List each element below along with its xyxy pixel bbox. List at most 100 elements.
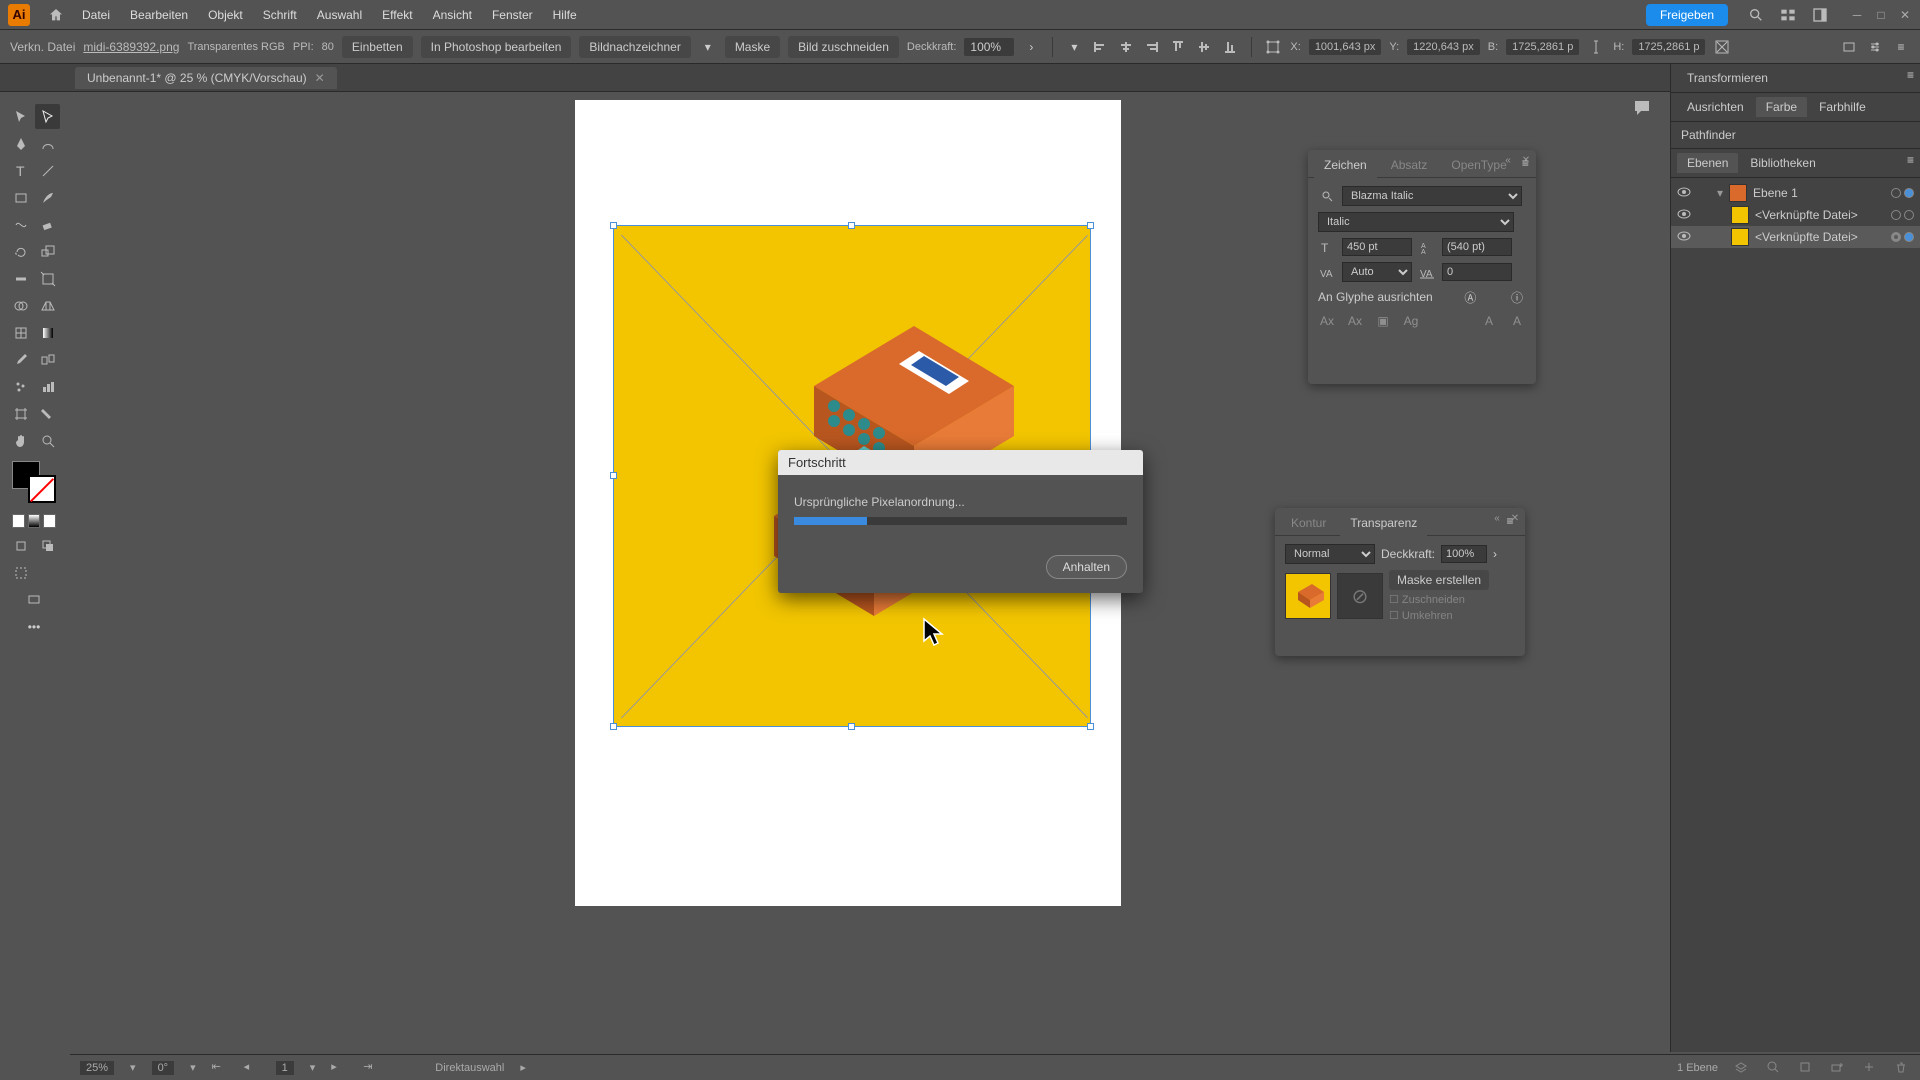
- select-indicator-icon[interactable]: [1904, 232, 1914, 242]
- zoom-arrow-icon[interactable]: ▾: [130, 1061, 136, 1074]
- stop-button[interactable]: Anhalten: [1046, 555, 1127, 579]
- transform-more-icon[interactable]: [1713, 38, 1731, 56]
- drawmode-behind-icon[interactable]: [35, 533, 60, 558]
- target-icon[interactable]: [1891, 232, 1901, 242]
- chevron-down-icon[interactable]: ▾: [699, 38, 717, 56]
- align-left-icon[interactable]: [1091, 38, 1109, 56]
- width-tool-icon[interactable]: [8, 266, 33, 291]
- tab-stroke[interactable]: Kontur: [1281, 512, 1336, 535]
- rectangle-tool-icon[interactable]: [8, 185, 33, 210]
- menu-type[interactable]: Schrift: [253, 4, 307, 26]
- opacity-arrow-icon[interactable]: ›: [1493, 547, 1497, 561]
- pen-tool-icon[interactable]: [8, 131, 33, 156]
- rotate-arrow-icon[interactable]: ▾: [190, 1061, 196, 1074]
- graph-tool-icon[interactable]: [35, 374, 60, 399]
- artboard-field[interactable]: 1: [276, 1061, 294, 1075]
- align-vcenter-icon[interactable]: [1195, 38, 1213, 56]
- align-dropdown-icon[interactable]: ▾: [1065, 38, 1083, 56]
- opacity-field[interactable]: 100%: [964, 38, 1014, 56]
- tab-close-icon[interactable]: ✕: [315, 71, 325, 85]
- menu-select[interactable]: Auswahl: [307, 4, 372, 26]
- transform-icon[interactable]: [1264, 38, 1282, 56]
- shaper-tool-icon[interactable]: [8, 212, 33, 237]
- dialog-titlebar[interactable]: Fortschritt: [778, 450, 1143, 475]
- mask-thumb[interactable]: ⊘: [1337, 573, 1383, 619]
- layer-name[interactable]: <Verknüpfte Datei>: [1755, 208, 1858, 222]
- layer-name[interactable]: <Verknüpfte Datei>: [1755, 230, 1858, 244]
- type-tool-icon[interactable]: T: [8, 158, 33, 183]
- color-gradient-icon[interactable]: [28, 514, 41, 528]
- menu-effect[interactable]: Effekt: [372, 4, 422, 26]
- menu-help[interactable]: Hilfe: [543, 4, 587, 26]
- pathfinder-header[interactable]: Pathfinder: [1671, 122, 1920, 149]
- opacity-field[interactable]: [1441, 545, 1487, 563]
- shape-builder-icon[interactable]: [8, 293, 33, 318]
- tab-align[interactable]: Ausrichten: [1677, 97, 1754, 117]
- artboard-first-icon[interactable]: ⇤: [212, 1060, 228, 1076]
- locate-layer-icon[interactable]: [1766, 1060, 1782, 1076]
- align-top-icon[interactable]: [1169, 38, 1187, 56]
- slice-tool-icon[interactable]: [35, 401, 60, 426]
- layer-name[interactable]: Ebene 1: [1753, 186, 1798, 200]
- home-icon[interactable]: [44, 3, 68, 27]
- font-search-icon[interactable]: [1318, 187, 1336, 205]
- font-style-select[interactable]: Italic: [1318, 212, 1514, 232]
- tool-arrow-icon[interactable]: ▸: [520, 1061, 526, 1074]
- embed-button[interactable]: Einbetten: [342, 36, 413, 58]
- hand-tool-icon[interactable]: [8, 428, 33, 453]
- comments-icon[interactable]: [1632, 98, 1656, 122]
- select-indicator-icon[interactable]: [1904, 188, 1914, 198]
- search-icon[interactable]: [1744, 3, 1768, 27]
- menu-window[interactable]: Fenster: [482, 4, 543, 26]
- delete-layer-icon[interactable]: [1894, 1060, 1910, 1076]
- menu-view[interactable]: Ansicht: [423, 4, 482, 26]
- panel-close-icon[interactable]: ✕: [1509, 512, 1521, 524]
- screenmode-icon[interactable]: [8, 587, 60, 612]
- align-right-icon[interactable]: [1143, 38, 1161, 56]
- blend-tool-icon[interactable]: [35, 347, 60, 372]
- object-thumb[interactable]: [1285, 573, 1331, 619]
- free-transform-icon[interactable]: [35, 266, 60, 291]
- visibility-icon[interactable]: [1677, 185, 1693, 201]
- eraser-tool-icon[interactable]: [35, 212, 60, 237]
- zoom-select[interactable]: 25%: [80, 1061, 114, 1075]
- panel-menu-icon[interactable]: ≡: [1907, 68, 1914, 88]
- leading-field[interactable]: [1442, 238, 1512, 256]
- align-hcenter-icon[interactable]: [1117, 38, 1135, 56]
- target-icon[interactable]: [1891, 210, 1901, 220]
- visibility-icon[interactable]: [1677, 207, 1693, 223]
- expand-icon[interactable]: ▾: [1717, 186, 1723, 200]
- preferences-icon[interactable]: [1866, 38, 1884, 56]
- minimize-icon[interactable]: ─: [1850, 8, 1864, 22]
- visibility-icon[interactable]: [1677, 229, 1693, 245]
- artboard-last-icon[interactable]: ⇥: [363, 1060, 379, 1076]
- gradient-tool-icon[interactable]: [35, 320, 60, 345]
- stroke-color-icon[interactable]: [28, 475, 56, 503]
- color-none-icon[interactable]: [43, 514, 56, 528]
- artboard-arrow-icon[interactable]: ▾: [310, 1061, 316, 1074]
- layer-row[interactable]: <Verknüpfte Datei>: [1671, 204, 1920, 226]
- zoom-tool-icon[interactable]: [35, 428, 60, 453]
- crop-button[interactable]: Bild zuschneiden: [788, 36, 899, 58]
- artboard-next-icon[interactable]: ▸: [331, 1060, 347, 1076]
- menu-file[interactable]: Datei: [72, 4, 120, 26]
- direct-selection-tool-icon[interactable]: [35, 104, 60, 129]
- artboard-tool-icon[interactable]: [8, 401, 33, 426]
- y-field[interactable]: 1220,643 px: [1407, 39, 1480, 55]
- rotate-field[interactable]: 0°: [152, 1061, 175, 1075]
- gpu-preview-icon[interactable]: [1840, 38, 1858, 56]
- symbol-sprayer-icon[interactable]: [8, 374, 33, 399]
- link-wh-icon[interactable]: [1587, 38, 1605, 56]
- snap-proximity-icon[interactable]: A: [1508, 312, 1526, 330]
- panel-collapse-icon[interactable]: «: [1502, 154, 1514, 166]
- workspace-icon[interactable]: [1808, 3, 1832, 27]
- new-layer-icon[interactable]: [1862, 1060, 1878, 1076]
- font-family-select[interactable]: Blazma Italic: [1342, 186, 1522, 206]
- w-field[interactable]: 1725,2861 p: [1506, 39, 1579, 55]
- snap-xheight-icon[interactable]: Ax: [1346, 312, 1364, 330]
- layers-menu1-icon[interactable]: [1734, 1060, 1750, 1076]
- snap-baseline-icon[interactable]: Ax: [1318, 312, 1336, 330]
- target-icon[interactable]: [1891, 188, 1901, 198]
- tab-colorguide[interactable]: Farbhilfe: [1809, 97, 1876, 117]
- close-icon[interactable]: ✕: [1898, 8, 1912, 22]
